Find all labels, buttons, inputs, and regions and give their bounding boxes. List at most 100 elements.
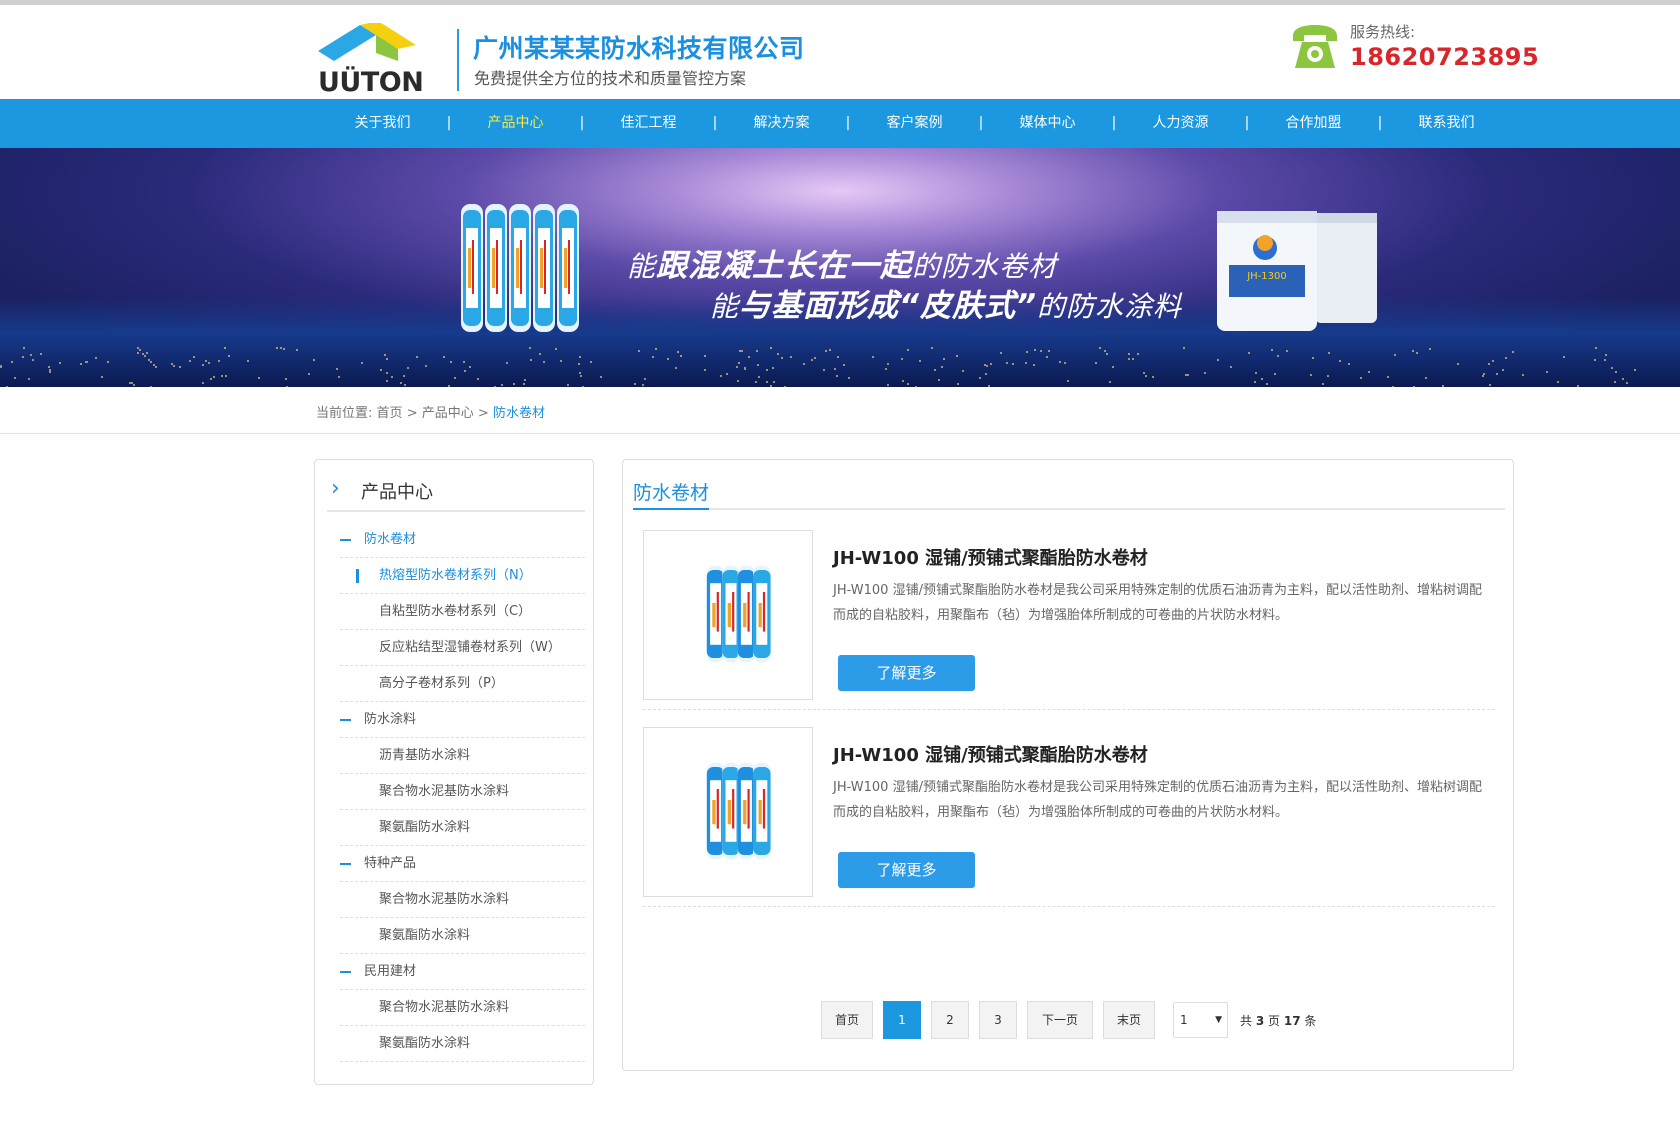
nav-item[interactable]: 产品中心 | <box>453 99 586 148</box>
nav-item-label[interactable]: 媒体中心 <box>985 99 1110 148</box>
breadcrumb-current[interactable]: 防水卷材 <box>493 406 545 421</box>
sidebar-category[interactable]: 防水卷材 <box>340 522 585 558</box>
nav-separator: | <box>1377 115 1383 131</box>
pager-first[interactable]: 首页 <box>821 1001 873 1039</box>
product-image[interactable] <box>643 727 813 897</box>
banner-line-1: 能跟混凝土长在一起的防水卷材 <box>627 248 1058 284</box>
nav-item[interactable]: 合作加盟 | <box>1251 99 1384 148</box>
company-name: 广州某某某防水科技有限公司 <box>473 34 805 63</box>
pager-page[interactable]: 3 <box>979 1001 1017 1039</box>
nav-item-label[interactable]: 解决方案 <box>719 99 844 148</box>
sidebar-item-label: 聚合物水泥基防水涂料 <box>379 784 510 799</box>
page-select[interactable]: 1 ▼ <box>1173 1002 1228 1038</box>
sidebar-category[interactable]: 特种产品 <box>340 846 585 882</box>
hero-banner: 能跟混凝土长在一起的防水卷材 能与基面形成“皮肤式”的防水涂料 JH-1300 <box>0 148 1680 387</box>
hotline-label: 服务热线: <box>1350 23 1416 41</box>
nav-item[interactable]: 解决方案 | <box>719 99 852 148</box>
learn-more-button[interactable]: 了解更多 <box>838 852 975 888</box>
breadcrumb-section[interactable]: 产品中心 <box>422 406 474 421</box>
breadcrumb: 当前位置: 首页 > 产品中心 > 防水卷材 <box>316 402 545 421</box>
pager-last[interactable]: 末页 <box>1103 1001 1155 1039</box>
header: UÜTON 广州某某某防水科技有限公司 免费提供全方位的技术和质量管控方案 服务… <box>0 5 1680 99</box>
sidebar-item-label: 聚氨酯防水涂料 <box>379 928 471 943</box>
sidebar-item-label: 热熔型防水卷材系列（N） <box>379 568 532 583</box>
minus-icon <box>340 863 351 865</box>
nav-separator: | <box>579 115 585 131</box>
sidebar-subitem[interactable]: 聚合物水泥基防水涂料 <box>340 774 585 810</box>
sidebar-subitem[interactable]: 沥青基防水涂料 <box>340 738 585 774</box>
main-title: 防水卷材 <box>633 478 710 510</box>
nav-separator: | <box>1111 115 1117 131</box>
hotline-number[interactable]: 18620723895 <box>1350 43 1539 71</box>
nav-item[interactable]: 人力资源 | <box>1118 99 1251 148</box>
nav-item[interactable]: 媒体中心 | <box>985 99 1118 148</box>
nav-item-label[interactable]: 合作加盟 <box>1251 99 1376 148</box>
nav-item-label[interactable]: 关于我们 <box>320 99 445 148</box>
minus-icon <box>340 971 351 973</box>
sidebar-item-label: 反应粘结型湿铺卷材系列（W） <box>379 640 561 655</box>
pager-total: 共 3 页 17 条 <box>1240 1013 1317 1028</box>
chevron-right-icon: › <box>331 476 340 501</box>
nav-separator: | <box>845 115 851 131</box>
product-item: JH-W100 湿铺/预铺式聚酯胎防水卷材 JH-W100 湿铺/预铺式聚酯胎防水… <box>643 717 1495 907</box>
sidebar-subitem[interactable]: 聚氨酯防水涂料 <box>340 810 585 846</box>
product-description: JH-W100 湿铺/预铺式聚酯胎防水卷材是我公司采用特殊定制的优质石油沥青为主… <box>833 780 1482 820</box>
banner-line-2: 能与基面形成“皮肤式”的防水涂料 <box>710 288 1182 324</box>
sidebar-item-label: 沥青基防水涂料 <box>379 748 471 763</box>
product-description: JH-W100 湿铺/预铺式聚酯胎防水卷材是我公司采用特殊定制的优质石油沥青为主… <box>833 583 1482 623</box>
sidebar-item-label: 防水卷材 <box>364 532 417 547</box>
sidebar-subitem[interactable]: 聚氨酯防水涂料 <box>340 1026 585 1062</box>
logo[interactable]: UÜTON <box>318 21 440 99</box>
pager-page[interactable]: 2 <box>931 1001 969 1039</box>
sidebar-category[interactable]: 民用建材 <box>340 954 585 990</box>
product-name[interactable]: JH-W100 湿铺/预铺式聚酯胎防水卷材 <box>833 544 1148 570</box>
sidebar-item-label: 高分子卷材系列（P） <box>379 676 504 691</box>
nav-item-label[interactable]: 客户案例 <box>852 99 977 148</box>
main-header: 防水卷材 <box>633 470 1505 510</box>
pager-page[interactable]: 1 <box>883 1001 921 1039</box>
nav-item-label[interactable]: 佳汇工程 <box>586 99 711 148</box>
sidebar: › 产品中心 防水卷材热熔型防水卷材系列（N） 自粘型防水卷材系列（C） 反应粘结型… <box>314 459 594 1085</box>
breadcrumb-sep: > <box>406 406 418 421</box>
sidebar-header: › 产品中心 <box>327 474 585 512</box>
product-image[interactable] <box>643 530 813 700</box>
nav-item-label[interactable]: 产品中心 <box>453 99 578 148</box>
sidebar-subitem[interactable]: 聚氨酯防水涂料 <box>340 918 585 954</box>
active-indicator <box>356 569 359 583</box>
sidebar-subitem[interactable]: 聚合物水泥基防水涂料 <box>340 882 585 918</box>
sidebar-subitem[interactable]: 高分子卷材系列（P） <box>340 666 585 702</box>
nav-item-label[interactable]: 联系我们 <box>1384 99 1509 148</box>
breadcrumb-bar: 当前位置: 首页 > 产品中心 > 防水卷材 <box>0 387 1680 434</box>
nav-item[interactable]: 佳汇工程 | <box>586 99 719 148</box>
bucket-label: JH-1300 <box>1246 271 1287 282</box>
sidebar-subitem[interactable]: 聚合物水泥基防水涂料 <box>340 990 585 1026</box>
breadcrumb-home[interactable]: 首页 <box>377 406 403 421</box>
pager-next[interactable]: 下一页 <box>1027 1001 1093 1039</box>
sidebar-category[interactable]: 防水涂料 <box>340 702 585 738</box>
nav-item[interactable]: 关于我们 | <box>320 99 453 148</box>
logo-text: UÜTON <box>318 67 424 98</box>
sidebar-item-label: 聚合物水泥基防水涂料 <box>379 892 510 907</box>
minus-icon <box>340 719 351 721</box>
phone-icon <box>1293 25 1337 68</box>
nav-separator: | <box>712 115 718 131</box>
product-rolls-image <box>706 565 771 663</box>
pagination: 首页 123 下一页 末页 1 ▼ 共 3 页 17 条 <box>821 1001 1316 1039</box>
sidebar-subitem[interactable]: 热熔型防水卷材系列（N） <box>340 558 585 594</box>
sidebar-subitem[interactable]: 反应粘结型湿铺卷材系列（W） <box>340 630 585 666</box>
breadcrumb-sep: > <box>477 406 489 421</box>
main-content: 防水卷材 JH-W100 湿铺/预铺式聚酯胎防水卷材 JH-W100 湿铺/预铺式… <box>622 459 1514 1071</box>
nav-separator: | <box>978 115 984 131</box>
product-name[interactable]: JH-W100 湿铺/预铺式聚酯胎防水卷材 <box>833 741 1148 767</box>
nav-item-label[interactable]: 人力资源 <box>1118 99 1243 148</box>
sidebar-title: 产品中心 <box>361 482 433 503</box>
sidebar-list: 防水卷材热熔型防水卷材系列（N） 自粘型防水卷材系列（C） 反应粘结型湿铺卷材系列（… <box>340 522 585 1062</box>
nav-item[interactable]: 客户案例 | <box>852 99 985 148</box>
sidebar-item-label: 防水涂料 <box>364 712 417 727</box>
banner-rolls-image <box>461 204 579 332</box>
learn-more-button[interactable]: 了解更多 <box>838 655 975 691</box>
product-item: JH-W100 湿铺/预铺式聚酯胎防水卷材 JH-W100 湿铺/预铺式聚酯胎防水… <box>643 520 1495 710</box>
sidebar-item-label: 特种产品 <box>364 856 417 871</box>
nav-item[interactable]: 联系我们 <box>1384 99 1509 148</box>
sidebar-subitem[interactable]: 自粘型防水卷材系列（C） <box>340 594 585 630</box>
